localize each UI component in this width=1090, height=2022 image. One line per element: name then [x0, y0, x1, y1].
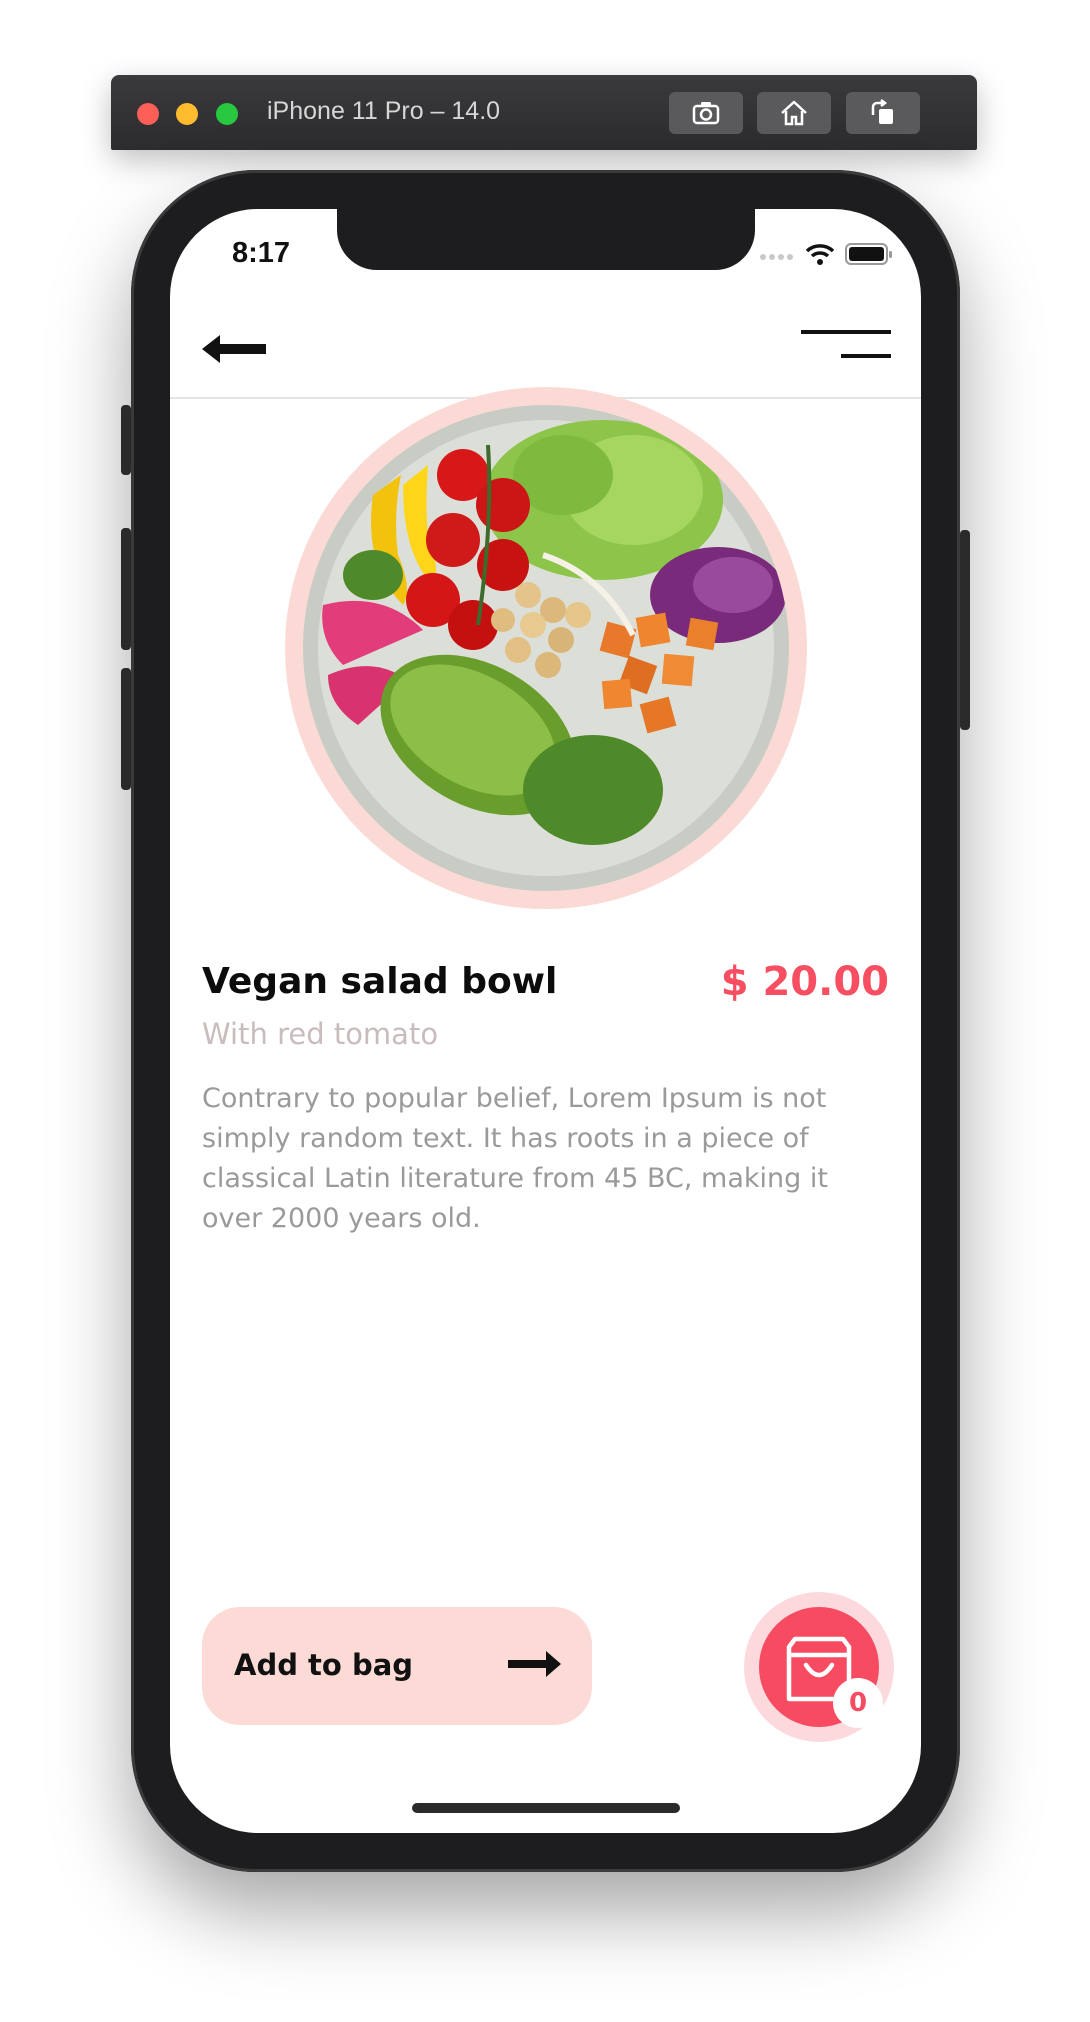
zoom-window-button[interactable]: [216, 103, 238, 125]
home-icon: [781, 100, 807, 126]
volume-up-button: [121, 528, 131, 650]
camera-icon: [692, 102, 720, 125]
simulator-title-bar: iPhone 11 Pro – 14.0: [111, 75, 977, 150]
status-icons: [759, 242, 893, 266]
salad-bowl-image: [303, 405, 789, 891]
volume-down-button: [121, 668, 131, 790]
cart-count-badge: 0: [833, 1678, 883, 1728]
mute-switch: [121, 405, 131, 475]
arrow-right-icon: [508, 1651, 561, 1677]
menu-icon: [801, 330, 891, 358]
navigation-bar: [170, 304, 921, 399]
product-image-ring: [285, 387, 807, 909]
cart-button[interactable]: 0: [744, 1592, 894, 1742]
notch: [337, 209, 755, 270]
close-window-button[interactable]: [137, 103, 159, 125]
wifi-icon: [805, 244, 835, 265]
product-description: Contrary to popular belief, Lorem Ipsum …: [202, 1083, 828, 1234]
signal-icon: [760, 254, 793, 260]
salad-illustration: [303, 405, 789, 891]
back-button[interactable]: [200, 329, 268, 369]
product-name: Vegan salad bowl: [202, 961, 558, 1002]
add-to-bag-button[interactable]: Add to bag: [202, 1607, 592, 1725]
home-indicator[interactable]: [412, 1803, 680, 1813]
screenshot-button[interactable]: [669, 92, 743, 134]
status-time: 8:17: [232, 237, 291, 269]
product-subtitle: With red tomato: [202, 1017, 439, 1051]
product-price: $ 20.00: [720, 959, 889, 1005]
add-to-bag-label: Add to bag: [234, 1648, 414, 1682]
battery-icon: [845, 243, 892, 265]
rotate-button[interactable]: [846, 92, 920, 134]
minimize-window-button[interactable]: [176, 103, 198, 125]
cart-circle: 0: [759, 1607, 883, 1728]
app-screen: 8:17 Vegan salad bowl $ 20.00 With red t…: [170, 209, 921, 1833]
menu-button[interactable]: [801, 324, 891, 364]
arrow-left-icon: [202, 335, 266, 363]
simulator-title: iPhone 11 Pro – 14.0: [267, 97, 501, 125]
home-button[interactable]: [757, 92, 831, 134]
power-button: [960, 530, 970, 730]
iphone-frame: 8:17 Vegan salad bowl $ 20.00 With red t…: [121, 170, 970, 1872]
rotate-icon: [871, 99, 893, 124]
